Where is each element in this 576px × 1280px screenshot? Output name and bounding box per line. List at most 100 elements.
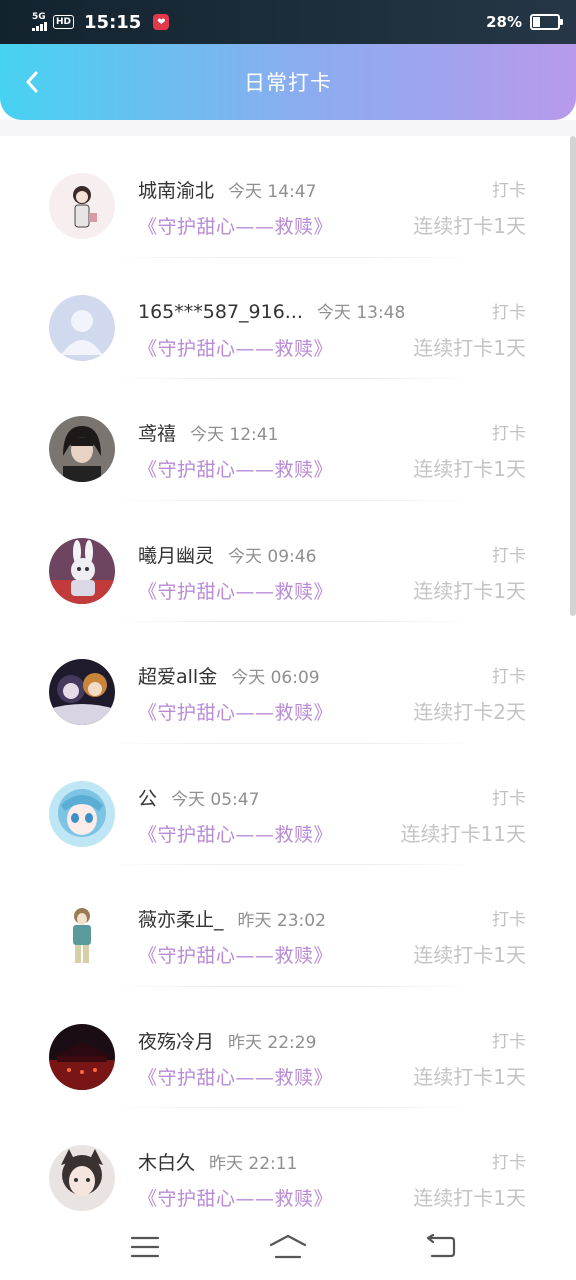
user-name[interactable]: 薇亦柔止_ — [138, 905, 224, 932]
user-name[interactable]: 公 — [138, 784, 157, 811]
user-name[interactable]: 曦月幽灵 — [138, 541, 214, 568]
name-row: 165***587_916... 今天 13:48 — [138, 298, 405, 323]
name-row: 木白久 昨天 22:11 — [138, 1148, 297, 1175]
book-title-link[interactable]: 《守护甜心——救赎》 — [138, 820, 333, 847]
user-name[interactable]: 165***587_916... — [138, 301, 303, 323]
status-bar: 5G HD 15:15 ❤ 28% — [0, 0, 576, 44]
anime-boy-standing-avatar-image — [49, 902, 115, 968]
list-item[interactable]: 薇亦柔止_ 昨天 23:02 打卡 《守护甜心——救赎》 连续打卡1天 — [0, 865, 576, 987]
list-item[interactable]: 城南渝北 今天 14:47 打卡 《守护甜心——救赎》 连续打卡1天 — [0, 136, 576, 258]
hd-badge: HD — [53, 15, 75, 29]
streak-text: 连续打卡1天 — [413, 335, 526, 360]
battery-icon — [530, 14, 563, 30]
checkin-action-label: 打卡 — [492, 667, 526, 687]
streak-text: 连续打卡1天 — [413, 214, 526, 238]
avatar[interactable] — [49, 416, 115, 482]
avatar[interactable] — [49, 294, 115, 361]
avatar[interactable] — [49, 1145, 115, 1211]
streak-text: 连续打卡1天 — [413, 457, 526, 481]
avatar[interactable] — [49, 537, 115, 604]
book-title-link[interactable]: 《守护甜心——救赎》 — [138, 698, 333, 725]
chevron-left-icon — [26, 71, 38, 93]
name-row: 薇亦柔止_ 昨天 23:02 — [138, 905, 326, 932]
streak-text: 连续打卡1天 — [413, 1186, 526, 1210]
book-title-link[interactable]: 《守护甜心——救赎》 — [138, 1063, 333, 1090]
avatar[interactable] — [49, 902, 115, 968]
page-title: 日常打卡 — [244, 71, 332, 95]
checkin-time: 今天 14:47 — [228, 182, 317, 202]
book-title-link[interactable]: 《守护甜心——救赎》 — [138, 334, 333, 361]
list-item[interactable]: 公 今天 05:47 打卡 《守护甜心——救赎》 连续打卡11天 — [0, 744, 576, 865]
user-name[interactable]: 木白久 — [138, 1148, 195, 1175]
anime-girl-sketch-avatar-image — [49, 173, 115, 239]
checkin-time: 昨天 22:11 — [209, 1154, 298, 1174]
checkin-time: 今天 13:48 — [316, 302, 406, 323]
name-row: 鸢禧 今天 12:41 — [138, 419, 278, 446]
back-nav-button[interactable] — [420, 1230, 460, 1264]
streak-text: 连续打卡2天 — [413, 700, 526, 724]
user-name[interactable]: 鸢禧 — [138, 419, 176, 446]
back-icon — [426, 1234, 456, 1258]
list-item[interactable]: 夜殇冷月 昨天 22:29 打卡 《守护甜心——救赎》 连续打卡1天 — [0, 987, 576, 1108]
home-icon — [269, 1234, 307, 1259]
checkin-action-label: 打卡 — [492, 788, 526, 809]
checkin-action-label: 打卡 — [492, 910, 526, 930]
list-item[interactable]: 曦月幽灵 今天 09:46 打卡 《守护甜心——救赎》 连续打卡1天 — [0, 501, 576, 622]
header-separator — [0, 120, 576, 136]
red-night-scene-avatar-image — [49, 1023, 115, 1090]
clock: 15:15 — [84, 11, 142, 33]
avatar[interactable] — [49, 659, 115, 725]
cat-ear-girl-avatar-image — [49, 1145, 115, 1211]
network-type: 5G — [32, 12, 46, 22]
streak-text: 连续打卡1天 — [413, 578, 526, 603]
book-title-link[interactable]: 《守护甜心——救赎》 — [138, 1184, 333, 1211]
default-user-avatar-image — [49, 294, 115, 361]
dark-anime-duo-avatar-image — [49, 659, 115, 725]
avatar[interactable] — [49, 780, 115, 847]
menu-button[interactable] — [125, 1230, 165, 1264]
checkin-time: 今天 09:46 — [228, 546, 317, 567]
checkin-action-label: 打卡 — [492, 302, 526, 323]
avatar[interactable] — [49, 1023, 115, 1090]
blue-hair-anime-avatar-image — [49, 780, 115, 847]
list-item[interactable]: 超爱all金 今天 06:09 打卡 《守护甜心——救赎》 连续打卡2天 — [0, 622, 576, 744]
name-row: 夜殇冷月 昨天 22:29 — [138, 1027, 316, 1054]
dark-hair-boy-avatar-image — [49, 416, 115, 482]
user-name[interactable]: 夜殇冷月 — [138, 1027, 214, 1054]
user-name[interactable]: 超爱all金 — [138, 662, 217, 689]
status-left: 5G HD 15:15 ❤ — [32, 11, 170, 33]
back-button[interactable] — [14, 64, 50, 100]
list-item[interactable]: 木白久 昨天 22:11 打卡 《守护甜心——救赎》 连续打卡1天 — [0, 1108, 576, 1216]
checkin-time: 昨天 23:02 — [237, 911, 326, 931]
menu-icon — [130, 1236, 160, 1258]
checkin-time: 今天 12:41 — [190, 425, 279, 445]
battery-percent: 28% — [486, 13, 522, 31]
book-title-link[interactable]: 《守护甜心——救赎》 — [138, 577, 333, 604]
list-item[interactable]: 鸢禧 今天 12:41 打卡 《守护甜心——救赎》 连续打卡1天 — [0, 379, 576, 501]
home-button[interactable] — [268, 1230, 308, 1264]
status-right: 28% — [486, 13, 563, 31]
streak-text: 连续打卡1天 — [413, 943, 526, 967]
list-item[interactable]: 165***587_916... 今天 13:48 打卡 《守护甜心——救赎》 … — [0, 258, 576, 379]
avatar[interactable] — [49, 173, 115, 239]
checkin-action-label: 打卡 — [492, 1031, 526, 1052]
name-row: 超爱all金 今天 06:09 — [138, 662, 320, 689]
book-title-link[interactable]: 《守护甜心——救赎》 — [138, 455, 333, 482]
bunny-anime-avatar-image — [49, 537, 115, 604]
checkin-action-label: 打卡 — [492, 545, 526, 566]
checkin-action-label: 打卡 — [492, 424, 526, 444]
user-name[interactable]: 城南渝北 — [138, 176, 214, 203]
name-row: 曦月幽灵 今天 09:46 — [138, 541, 316, 568]
name-row: 公 今天 05:47 — [138, 784, 259, 811]
checkin-time: 昨天 22:29 — [228, 1032, 317, 1053]
book-title-link[interactable]: 《守护甜心——救赎》 — [138, 212, 333, 239]
notification-app-icon: ❤ — [153, 14, 170, 30]
app-header: 日常打卡 — [0, 44, 576, 120]
checkin-time: 今天 06:09 — [231, 668, 320, 688]
signal-icon: 5G — [32, 13, 47, 31]
streak-text: 连续打卡11天 — [400, 821, 526, 846]
streak-text: 连续打卡1天 — [413, 1064, 526, 1089]
name-row: 城南渝北 今天 14:47 — [138, 176, 316, 203]
checkin-list[interactable]: 城南渝北 今天 14:47 打卡 《守护甜心——救赎》 连续打卡1天 165**… — [0, 136, 576, 1216]
book-title-link[interactable]: 《守护甜心——救赎》 — [138, 941, 333, 968]
